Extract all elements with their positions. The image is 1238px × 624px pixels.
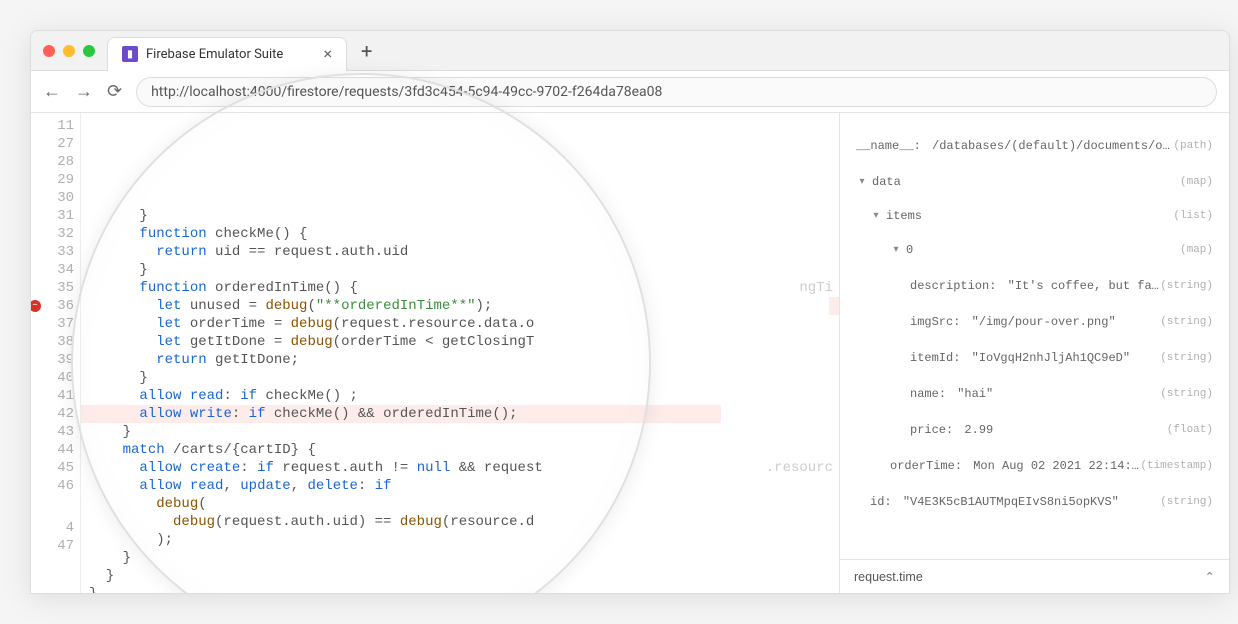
error-marker-icon[interactable]: – (30, 300, 41, 312)
code-line: } (89, 423, 839, 441)
code-line: let orderTime = debug(request.resource.d… (89, 315, 839, 333)
line-number-gutter: 1127282930313233343536–37383940414243444… (31, 113, 81, 593)
line-number: 28 (31, 153, 74, 171)
line-number: 39 (31, 351, 74, 369)
browser-toolbar: ← → ⟳ http://localhost:4000/firestore/re… (31, 71, 1229, 113)
inspector-body[interactable]: __name__: /databases/(default)/documents… (840, 113, 1229, 559)
code-line: debug( (89, 495, 839, 513)
line-number: 30 (31, 189, 74, 207)
code-line: } (89, 567, 839, 585)
firebase-favicon-icon: ▮ (122, 46, 138, 62)
line-number: 45 (31, 459, 74, 477)
close-tab-icon[interactable]: × (323, 46, 332, 62)
code-editor[interactable]: ngTi .resourc } function checkMe() { ret… (81, 113, 839, 593)
content-area: 1127282930313233343536–37383940414243444… (31, 113, 1229, 593)
code-line: let getItDone = debug(orderTime < getClo… (89, 333, 839, 351)
chevron-up-icon: ⌃ (1205, 569, 1215, 584)
code-line: } (89, 585, 839, 593)
code-line: return getItDone; (89, 351, 839, 369)
code-line: } (89, 207, 839, 225)
code-line: ); (89, 531, 839, 549)
section-label: request.time (854, 570, 923, 584)
code-line: } (89, 549, 839, 567)
inspector-row-name: __name__: /databases/(default)/documents… (856, 133, 1213, 159)
line-number: 40 (31, 369, 74, 387)
close-window-icon[interactable] (43, 45, 55, 57)
cropped-text: ngTi (799, 279, 833, 297)
inspector-row-itemid: itemId: "IoVgqH2nhJljAh1QC9eD" (string) (856, 345, 1213, 371)
code-line: function orderedInTime() { (89, 279, 839, 297)
inspector-row-items[interactable]: ▾ items (list) (856, 203, 1213, 229)
inspector-row-imgsrc: imgSrc: "/img/pour-over.png" (string) (856, 309, 1213, 335)
back-button[interactable]: ← (43, 81, 61, 102)
line-number: 11 (31, 117, 74, 135)
code-line: allow read, update, delete: if (89, 477, 839, 495)
browser-tab[interactable]: ▮ Firebase Emulator Suite × (107, 37, 347, 71)
new-tab-button[interactable]: + (347, 39, 386, 63)
code-line: return uid == request.auth.uid (89, 243, 839, 261)
code-line: match /carts/{cartID} { (89, 441, 839, 459)
code-line-error: allow write: if checkMe() && orderedInTi… (81, 405, 721, 423)
inspector-row-index0[interactable]: ▾ 0 (map) (856, 237, 1213, 263)
code-line: allow create: if request.auth != null &&… (89, 459, 839, 477)
cropped-text: .resourc (766, 459, 833, 477)
code-line: debug(request.auth.uid) == debug(resourc… (89, 513, 839, 531)
line-number: 31 (31, 207, 74, 225)
address-bar[interactable]: http://localhost:4000/firestore/requests… (136, 77, 1217, 107)
caret-down-icon[interactable]: ▾ (890, 244, 902, 256)
inspector-row-id: id: "V4E3K5cB1AUTMpqEIvS8ni5opKVS" (stri… (856, 489, 1213, 515)
line-number: 41 (31, 387, 74, 405)
line-number: 4 (31, 519, 74, 537)
code-line: function checkMe() { (89, 225, 839, 243)
line-number: 42 (31, 405, 74, 423)
inspector-row-price: price: 2.99 (float) (856, 417, 1213, 443)
line-number: 35 (31, 279, 74, 297)
inspector-row-name-field: name: "hai" (string) (856, 381, 1213, 407)
tab-title: Firebase Emulator Suite (146, 47, 283, 62)
line-number: 38 (31, 333, 74, 351)
window-controls (43, 45, 95, 57)
inspector-row-ordertime: orderTime: Mon Aug 02 2021 22:14:46 GM… … (856, 453, 1213, 479)
caret-down-icon[interactable]: ▾ (870, 210, 882, 222)
url-text: http://localhost:4000/firestore/requests… (151, 84, 662, 100)
error-highlight-edge (829, 297, 839, 315)
line-number: 44 (31, 441, 74, 459)
code-line: } (89, 369, 839, 387)
line-number: 37 (31, 315, 74, 333)
line-number: 34 (31, 261, 74, 279)
line-number: 27 (31, 135, 74, 153)
line-number: 47 (31, 537, 74, 555)
code-line: } (89, 261, 839, 279)
forward-button[interactable]: → (75, 81, 93, 102)
line-number: 46 (31, 477, 74, 495)
maximize-window-icon[interactable] (83, 45, 95, 57)
minimize-window-icon[interactable] (63, 45, 75, 57)
code-line: let unused = debug("**orderedInTime**"); (89, 297, 839, 315)
reload-button[interactable]: ⟳ (107, 81, 122, 102)
line-number: 33 (31, 243, 74, 261)
code-line: allow read: if checkMe() ; (89, 387, 839, 405)
line-number: 36– (31, 297, 74, 315)
titlebar: ▮ Firebase Emulator Suite × + (31, 31, 1229, 71)
caret-down-icon[interactable]: ▾ (856, 176, 868, 188)
line-number: 43 (31, 423, 74, 441)
line-number: 29 (31, 171, 74, 189)
inspector-section-request-time[interactable]: request.time ⌃ (840, 559, 1229, 593)
request-inspector: __name__: /databases/(default)/documents… (839, 113, 1229, 593)
line-number: 32 (31, 225, 74, 243)
inspector-row-data[interactable]: ▾ data (map) (856, 169, 1213, 195)
browser-window: ▮ Firebase Emulator Suite × + ← → ⟳ http… (30, 30, 1230, 594)
inspector-row-description: description: "It's coffee, but fanc… (st… (856, 273, 1213, 299)
